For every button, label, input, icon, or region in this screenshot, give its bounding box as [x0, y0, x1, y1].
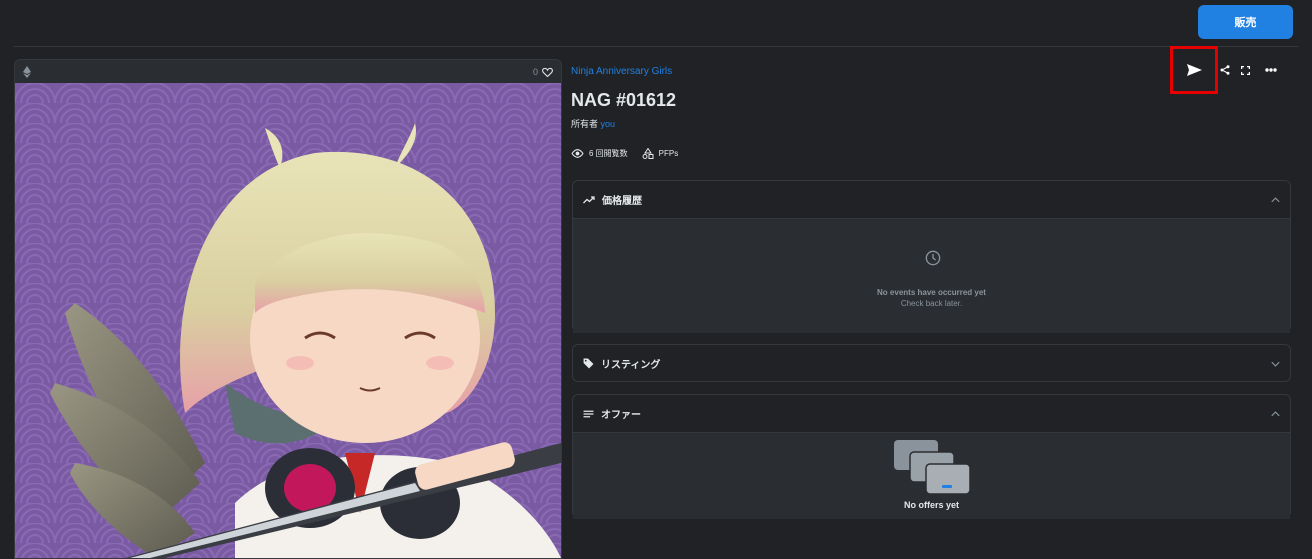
owner-label: 所有者: [571, 119, 599, 129]
shapes-icon: [642, 148, 654, 159]
item-stats: 6 回閲覧数 PFPs: [571, 148, 678, 159]
nft-artwork[interactable]: [15, 83, 561, 558]
expand-icon: [1240, 65, 1250, 75]
offers-title: オファー: [601, 410, 641, 421]
price-history-title: 価格履歴: [602, 196, 642, 207]
sell-button[interactable]: 販売: [1198, 5, 1293, 39]
offers-panel: オファー No offers yet: [572, 394, 1291, 519]
fullscreen-button[interactable]: [1232, 57, 1258, 83]
share-button[interactable]: [1218, 57, 1232, 83]
price-history-body: No events have occurred yet Check back l…: [573, 218, 1290, 333]
more-options-button[interactable]: [1258, 57, 1284, 83]
offer-cards-icon: [894, 440, 971, 495]
ethereum-icon: [23, 65, 33, 78]
views-stat: 6 回閲覧数: [571, 148, 628, 159]
listings-title: リスティング: [601, 360, 661, 371]
collection-link[interactable]: Ninja Anniversary Girls: [571, 66, 672, 77]
listings-header[interactable]: リスティング: [573, 345, 1290, 382]
list-icon: [583, 410, 594, 417]
send-icon: [1186, 64, 1202, 76]
views-count: 6 回閲覧数: [589, 149, 628, 158]
offers-header[interactable]: オファー: [573, 395, 1290, 432]
price-history-header[interactable]: 価格履歴: [573, 181, 1290, 218]
header-divider: [14, 46, 1298, 47]
offers-empty-text: No offers yet: [903, 500, 959, 510]
top-bar: 販売: [0, 0, 1312, 46]
category-stat[interactable]: PFPs: [642, 148, 679, 159]
chevron-up-icon: [1271, 410, 1280, 416]
offers-body: No offers yet: [573, 432, 1290, 519]
trending-icon: [583, 195, 595, 203]
share-icon: [1220, 65, 1230, 75]
transfer-highlight: [1170, 46, 1218, 94]
item-image-panel: 0: [14, 59, 562, 559]
favorite-control[interactable]: 0: [533, 67, 553, 77]
chevron-down-icon: [1271, 361, 1280, 367]
item-actions: [1170, 44, 1284, 96]
heart-icon[interactable]: [542, 67, 553, 77]
more-icon: [1265, 68, 1277, 72]
tag-icon: [583, 358, 594, 369]
chevron-up-icon: [1271, 196, 1280, 202]
category-label: PFPs: [658, 149, 679, 158]
eye-icon: [571, 149, 584, 158]
item-title: NAG #01612: [571, 90, 677, 110]
clock-icon: [925, 250, 941, 266]
owner-link[interactable]: you: [601, 119, 616, 129]
price-history-empty-sub: Check back later.: [900, 299, 963, 308]
price-history-panel: 価格履歴 No events have occurred yet Check b…: [572, 180, 1291, 333]
price-history-empty-title: No events have occurred yet: [877, 288, 986, 297]
owner-info: 所有者 you: [571, 117, 615, 130]
listings-panel: リスティング: [572, 344, 1291, 382]
image-header: 0: [15, 60, 561, 83]
transfer-button[interactable]: [1181, 57, 1207, 83]
like-count: 0: [532, 66, 538, 77]
